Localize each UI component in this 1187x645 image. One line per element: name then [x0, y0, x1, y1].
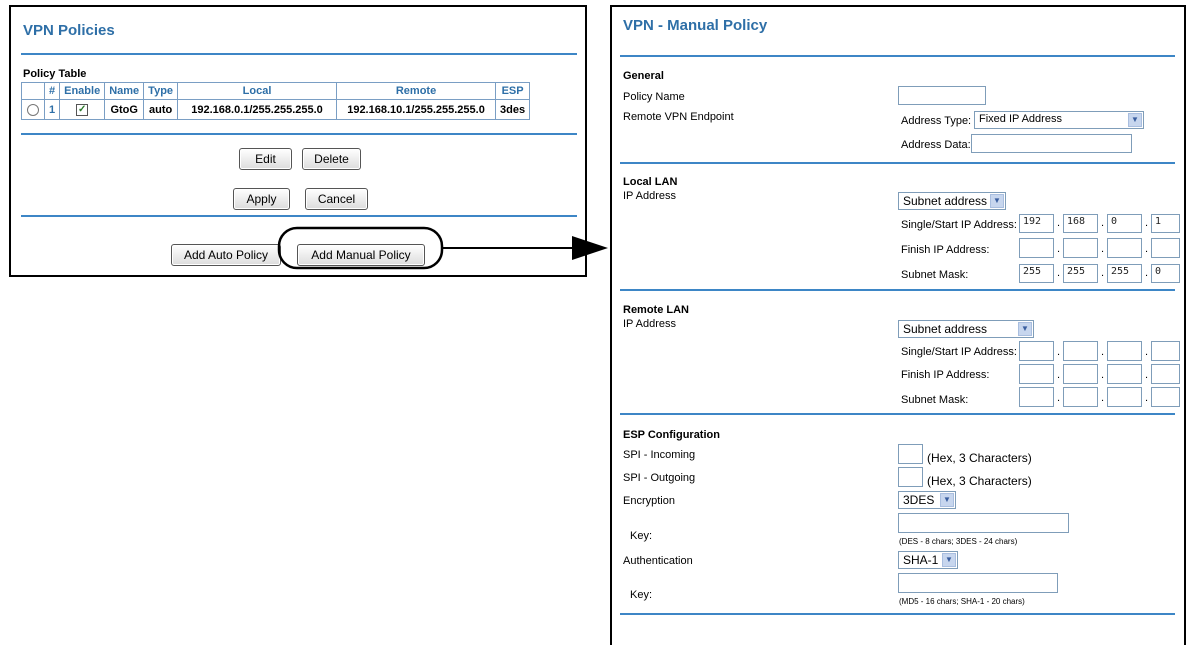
octet-separator: .	[1145, 217, 1149, 229]
remote-ip-label: IP Address	[623, 318, 676, 330]
spi-incoming-hint: (Hex, 3 Characters)	[927, 451, 1032, 465]
vpn-manual-policy-panel: VPN - Manual Policy General Policy Name …	[610, 5, 1186, 645]
page-title: VPN - Manual Policy	[623, 17, 768, 34]
octet-separator: .	[1145, 243, 1149, 255]
encryption-label: Encryption	[623, 495, 675, 507]
chevron-down-icon: ▼	[1018, 322, 1032, 336]
authentication-key-input[interactable]	[898, 573, 1058, 593]
divider	[620, 55, 1175, 57]
local-subnet-select[interactable]: Subnet address ▼	[898, 192, 1006, 210]
chevron-down-icon: ▼	[942, 553, 956, 567]
local-finish-ip-octet-2[interactable]	[1063, 238, 1098, 258]
remote-endpoint-label: Remote VPN Endpoint	[623, 111, 734, 123]
local-lan-heading: Local LAN	[623, 176, 678, 188]
encryption-key-input[interactable]	[898, 513, 1069, 533]
octet-separator: .	[1101, 346, 1105, 358]
remote-start-ip-octet-3[interactable]	[1107, 341, 1142, 361]
remote-subnet-value: Subnet address	[903, 322, 988, 336]
local-mask-octet-3[interactable]: 255	[1107, 264, 1142, 283]
spi-outgoing-input[interactable]	[898, 467, 923, 487]
spi-outgoing-label: SPI - Outgoing	[623, 472, 696, 484]
divider	[620, 289, 1175, 291]
encryption-value: 3DES	[903, 493, 935, 507]
pointer-arrow-head	[572, 236, 608, 260]
remote-start-ip-octet-1[interactable]	[1019, 341, 1054, 361]
remote-finish-ip-octet-1[interactable]	[1019, 364, 1054, 384]
local-start-ip-octet-3[interactable]: 0	[1107, 214, 1142, 233]
local-ip-label: IP Address	[623, 190, 676, 202]
remote-start-ip-label: Single/Start IP Address:	[901, 346, 1017, 358]
authentication-key-label: Key:	[630, 589, 653, 601]
authentication-key-hint: (MD5 - 16 chars; SHA-1 - 20 chars)	[899, 597, 1025, 606]
local-finish-ip-label: Finish IP Address:	[901, 244, 990, 256]
chevron-down-icon: ▼	[990, 194, 1004, 208]
spi-incoming-label: SPI - Incoming	[623, 449, 696, 461]
remote-lan-heading: Remote LAN	[623, 304, 690, 316]
chevron-down-icon: ▼	[940, 493, 954, 507]
remote-finish-ip-label: Finish IP Address:	[901, 369, 990, 381]
octet-separator: .	[1057, 267, 1061, 279]
remote-start-ip-octet-2[interactable]	[1063, 341, 1098, 361]
address-type-label: Address Type:	[901, 115, 972, 127]
local-mask-octet-2[interactable]: 255	[1063, 264, 1098, 283]
octet-separator: .	[1057, 392, 1061, 404]
local-mask-octet-1[interactable]: 255	[1019, 264, 1054, 283]
address-type-select[interactable]: Fixed IP Address ▼	[974, 111, 1144, 129]
local-finish-ip-octet-1[interactable]	[1019, 238, 1054, 258]
remote-start-ip-octet-4[interactable]	[1151, 341, 1180, 361]
policy-name-label: Policy Name	[623, 91, 685, 103]
remote-mask-octet-1[interactable]	[1019, 387, 1054, 407]
local-finish-ip-octet-3[interactable]	[1107, 238, 1142, 258]
general-heading: General	[623, 70, 664, 82]
remote-mask-octet-2[interactable]	[1063, 387, 1098, 407]
authentication-value: SHA-1	[903, 553, 939, 567]
address-data-input[interactable]	[971, 134, 1132, 153]
encryption-key-hint: (DES - 8 chars; 3DES - 24 chars)	[899, 537, 1018, 546]
spi-incoming-input[interactable]	[898, 444, 923, 464]
octet-separator: .	[1101, 217, 1105, 229]
divider	[620, 413, 1175, 415]
local-subnet-mask-label: Subnet Mask:	[901, 269, 969, 281]
remote-finish-ip-octet-3[interactable]	[1107, 364, 1142, 384]
policy-name-input[interactable]	[898, 86, 986, 105]
local-start-ip-octet-4[interactable]: 1	[1151, 214, 1180, 233]
octet-separator: .	[1057, 243, 1061, 255]
octet-separator: .	[1145, 346, 1149, 358]
remote-mask-octet-3[interactable]	[1107, 387, 1142, 407]
octet-separator: .	[1101, 392, 1105, 404]
remote-mask-octet-4[interactable]	[1151, 387, 1180, 407]
divider	[620, 162, 1175, 164]
encryption-select[interactable]: 3DES ▼	[898, 491, 956, 509]
divider	[620, 613, 1175, 615]
remote-finish-ip-octet-2[interactable]	[1063, 364, 1098, 384]
authentication-select[interactable]: SHA-1 ▼	[898, 551, 958, 569]
octet-separator: .	[1145, 267, 1149, 279]
local-start-ip-label: Single/Start IP Address:	[901, 219, 1017, 231]
local-mask-octet-4[interactable]: 0	[1151, 264, 1180, 283]
local-start-ip-octet-1[interactable]: 192	[1019, 214, 1054, 233]
esp-config-heading: ESP Configuration	[623, 429, 720, 441]
address-data-label: Address Data:	[901, 139, 971, 151]
local-start-ip-octet-2[interactable]: 168	[1063, 214, 1098, 233]
octet-separator: .	[1101, 369, 1105, 381]
local-finish-ip-octet-4[interactable]	[1151, 238, 1180, 258]
local-subnet-value: Subnet address	[903, 194, 988, 208]
chevron-down-icon: ▼	[1128, 113, 1142, 127]
remote-subnet-mask-label: Subnet Mask:	[901, 394, 969, 406]
highlight-oval	[277, 226, 444, 270]
octet-separator: .	[1145, 369, 1149, 381]
octet-separator: .	[1101, 267, 1105, 279]
encryption-key-label: Key:	[630, 530, 653, 542]
remote-subnet-select[interactable]: Subnet address ▼	[898, 320, 1034, 338]
octet-separator: .	[1057, 346, 1061, 358]
remote-finish-ip-octet-4[interactable]	[1151, 364, 1180, 384]
octet-separator: .	[1101, 243, 1105, 255]
octet-separator: .	[1145, 392, 1149, 404]
octet-separator: .	[1057, 217, 1061, 229]
octet-separator: .	[1057, 369, 1061, 381]
spi-outgoing-hint: (Hex, 3 Characters)	[927, 474, 1032, 488]
authentication-label: Authentication	[623, 555, 693, 567]
address-type-value: Fixed IP Address	[979, 113, 1062, 125]
